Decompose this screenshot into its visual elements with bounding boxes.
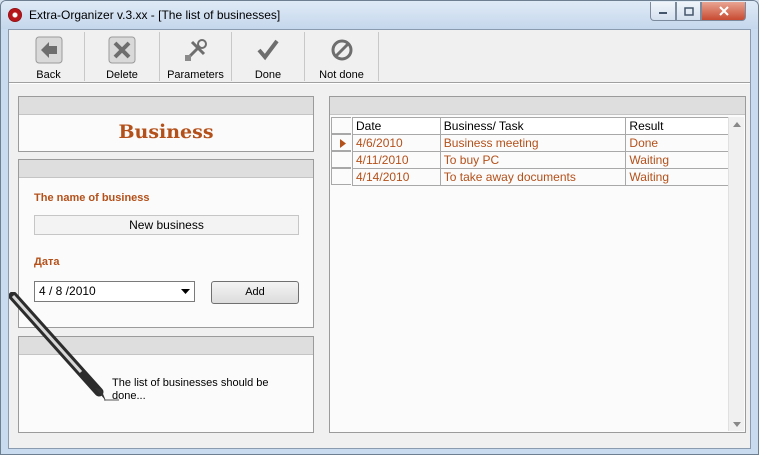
row-header-corner bbox=[331, 117, 351, 134]
panel-header bbox=[19, 160, 313, 178]
column-header-date[interactable]: Date bbox=[352, 117, 441, 135]
row-indicator[interactable] bbox=[331, 134, 351, 151]
checkmark-icon bbox=[252, 35, 284, 65]
result-cell[interactable]: Done bbox=[625, 134, 729, 152]
date-cell[interactable]: 4/14/2010 bbox=[352, 168, 441, 186]
not-done-button[interactable]: Not done bbox=[305, 32, 379, 81]
not-done-label: Not done bbox=[319, 69, 364, 81]
task-cell[interactable]: To buy PC bbox=[439, 151, 627, 169]
result-cell[interactable]: Waiting bbox=[625, 168, 729, 186]
delete-x-icon bbox=[106, 35, 138, 65]
business-name-field[interactable]: New business bbox=[34, 215, 299, 235]
result-cell[interactable]: Waiting bbox=[625, 151, 729, 169]
tools-icon bbox=[180, 35, 212, 65]
date-cell[interactable]: 4/6/2010 bbox=[352, 134, 441, 152]
date-label: Дата bbox=[34, 256, 60, 268]
note-text: The list of businesses should be done... bbox=[112, 377, 269, 402]
pen-icon bbox=[9, 292, 119, 401]
vertical-scrollbar[interactable] bbox=[728, 117, 744, 431]
business-table: Date Business/ Task Result 4/6/2010 Busi… bbox=[352, 117, 729, 186]
maximize-icon bbox=[683, 6, 694, 16]
table-row[interactable]: 4/11/2010 To buy PC Waiting bbox=[352, 151, 729, 169]
parameters-button[interactable]: Parameters bbox=[160, 32, 232, 81]
add-button[interactable]: Add bbox=[211, 281, 299, 304]
app-window: Extra-Organizer v.3.xx - [The list of bu… bbox=[0, 0, 759, 455]
panel-header bbox=[19, 97, 313, 115]
parameters-label: Parameters bbox=[167, 69, 224, 81]
maximize-button[interactable] bbox=[676, 2, 701, 21]
task-cell[interactable]: To take away documents bbox=[439, 168, 627, 186]
column-header-task[interactable]: Business/ Task bbox=[439, 117, 627, 135]
date-cell[interactable]: 4/11/2010 bbox=[352, 151, 441, 169]
page-title: Business bbox=[118, 121, 214, 143]
column-header-result[interactable]: Result bbox=[625, 117, 729, 135]
panel-header bbox=[330, 97, 745, 115]
back-label: Back bbox=[36, 69, 61, 81]
back-button[interactable]: Back bbox=[13, 32, 85, 81]
minimize-icon bbox=[659, 12, 667, 14]
client-area: Back Delete Parameters Done Not done Bus… bbox=[8, 29, 751, 449]
app-eye-icon[interactable] bbox=[8, 8, 22, 22]
title-bar[interactable]: Extra-Organizer v.3.xx - [The list of bu… bbox=[1, 1, 758, 29]
business-list-panel: Date Business/ Task Result 4/6/2010 Busi… bbox=[329, 96, 746, 433]
delete-label: Delete bbox=[106, 69, 138, 81]
chevron-down-icon[interactable] bbox=[178, 283, 193, 300]
toolbar: Back Delete Parameters Done Not done bbox=[13, 32, 747, 81]
task-cell[interactable]: Business meeting bbox=[439, 134, 627, 152]
table-row[interactable]: 4/6/2010 Business meeting Done bbox=[352, 134, 729, 152]
row-indicator[interactable] bbox=[331, 168, 351, 185]
scroll-down-icon[interactable] bbox=[729, 417, 745, 431]
close-icon bbox=[718, 6, 729, 16]
minimize-button[interactable] bbox=[650, 2, 676, 21]
not-done-circle-icon bbox=[326, 35, 358, 65]
done-button[interactable]: Done bbox=[232, 32, 305, 81]
business-name-label: The name of business bbox=[34, 192, 150, 204]
row-indicator[interactable] bbox=[331, 151, 351, 168]
back-arrow-icon bbox=[33, 35, 65, 65]
heading-panel: Business bbox=[18, 96, 314, 152]
scroll-up-icon[interactable] bbox=[729, 117, 745, 131]
done-label: Done bbox=[254, 69, 282, 81]
close-button[interactable] bbox=[701, 2, 746, 21]
table-row[interactable]: 4/14/2010 To take away documents Waiting bbox=[352, 168, 729, 186]
window-title: Extra-Organizer v.3.xx - [The list of bu… bbox=[29, 8, 281, 22]
toolbar-divider bbox=[9, 82, 750, 84]
delete-button[interactable]: Delete bbox=[85, 32, 160, 81]
note-panel: The list of businesses should be done... bbox=[9, 292, 314, 433]
